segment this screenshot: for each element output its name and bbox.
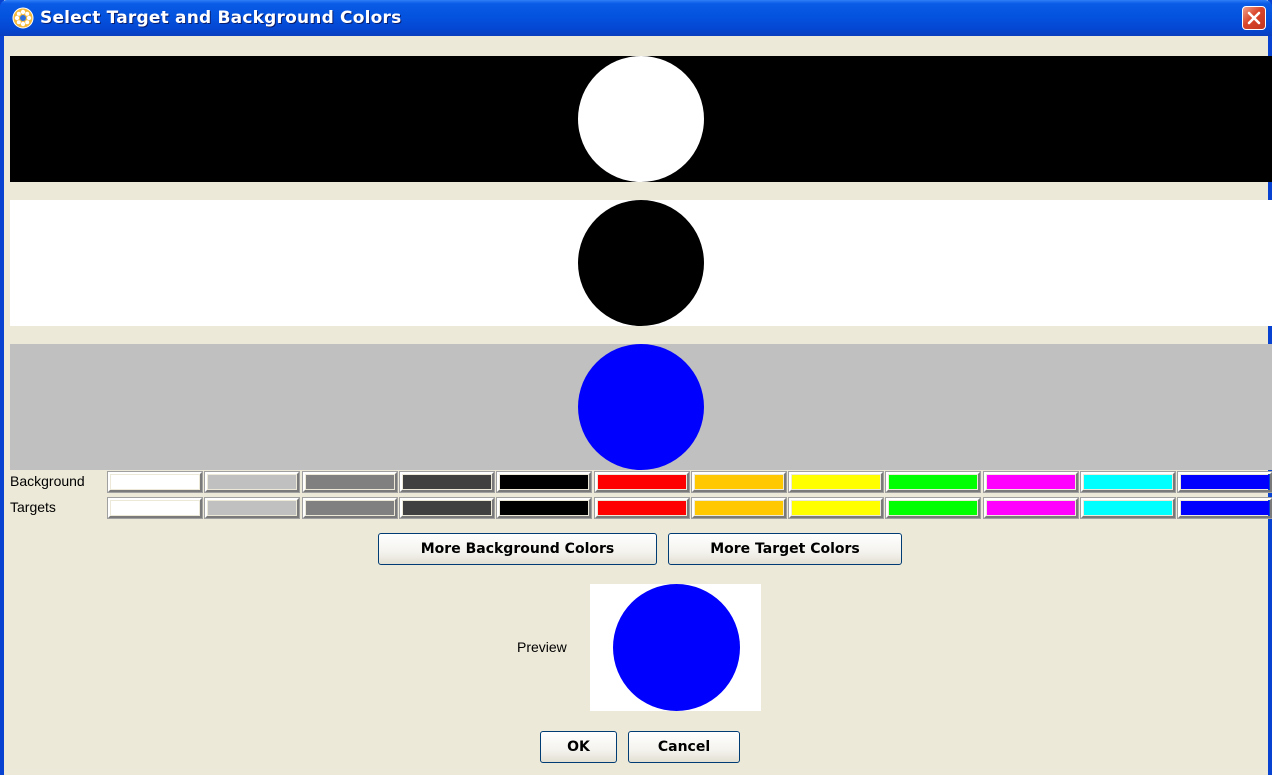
preview-label: Preview [517,639,567,655]
target-color-swatch[interactable] [496,497,592,519]
background-color-swatch[interactable] [788,471,884,493]
swatch-color [695,475,783,489]
target-color-swatch[interactable] [788,497,884,519]
background-row-label: Background [10,473,85,489]
target-color-swatch[interactable] [594,497,690,519]
swatch-color [792,501,880,515]
preview-target-circle [613,584,740,711]
swatch-color [1084,475,1172,489]
background-color-swatch[interactable] [594,471,690,493]
target-color-swatch[interactable] [302,497,398,519]
targets-row-label: Targets [10,499,56,515]
close-icon [1247,11,1261,25]
swatch-color [111,501,199,515]
swatch-color [500,501,588,515]
more-target-colors-button[interactable]: More Target Colors [668,533,902,565]
swatch-color [987,475,1075,489]
swatch-color [1181,501,1269,515]
target-color-swatch[interactable] [885,497,981,519]
swatch-color [1181,475,1269,489]
background-color-swatch[interactable] [302,471,398,493]
swatch-color [889,501,977,515]
background-color-swatch[interactable] [496,471,592,493]
combination-band-2 [10,200,1272,326]
band-target-circle [578,344,704,470]
target-color-swatch[interactable] [691,497,787,519]
target-color-swatch[interactable] [107,497,203,519]
swatch-color [889,475,977,489]
combination-band-3 [10,344,1272,470]
background-color-swatch[interactable] [399,471,495,493]
swatch-color [306,475,394,489]
swatch-color [500,475,588,489]
swatch-color [208,501,296,515]
background-color-swatch[interactable] [885,471,981,493]
swatch-color [1084,501,1172,515]
swatch-color [792,475,880,489]
combination-band-1 [10,56,1272,182]
ok-button[interactable]: OK [540,731,617,763]
target-color-swatch[interactable] [204,497,300,519]
title-bar[interactable]: Select Target and Background Colors [0,0,1272,36]
background-color-swatch[interactable] [204,471,300,493]
background-color-swatch[interactable] [107,471,203,493]
target-color-swatch[interactable] [399,497,495,519]
swatch-color [111,475,199,489]
swatch-color [403,475,491,489]
swatch-color [987,501,1075,515]
band-target-circle [578,56,704,182]
swatch-color [598,475,686,489]
target-color-swatch[interactable] [983,497,1079,519]
target-color-swatch[interactable] [1080,497,1176,519]
preview-panel [590,584,761,711]
swatch-color [403,501,491,515]
swatch-color [208,475,296,489]
target-color-swatch[interactable] [1177,497,1272,519]
background-color-swatch[interactable] [691,471,787,493]
background-color-swatch[interactable] [983,471,1079,493]
swatch-color [598,501,686,515]
close-button[interactable] [1242,6,1266,30]
more-background-colors-button[interactable]: More Background Colors [378,533,657,565]
band-target-circle [578,200,704,326]
app-icon [12,7,34,29]
cancel-button[interactable]: Cancel [628,731,740,763]
background-color-swatch[interactable] [1080,471,1176,493]
background-color-swatch[interactable] [1177,471,1272,493]
swatch-color [695,501,783,515]
swatch-color [306,501,394,515]
window-title: Select Target and Background Colors [40,8,402,28]
